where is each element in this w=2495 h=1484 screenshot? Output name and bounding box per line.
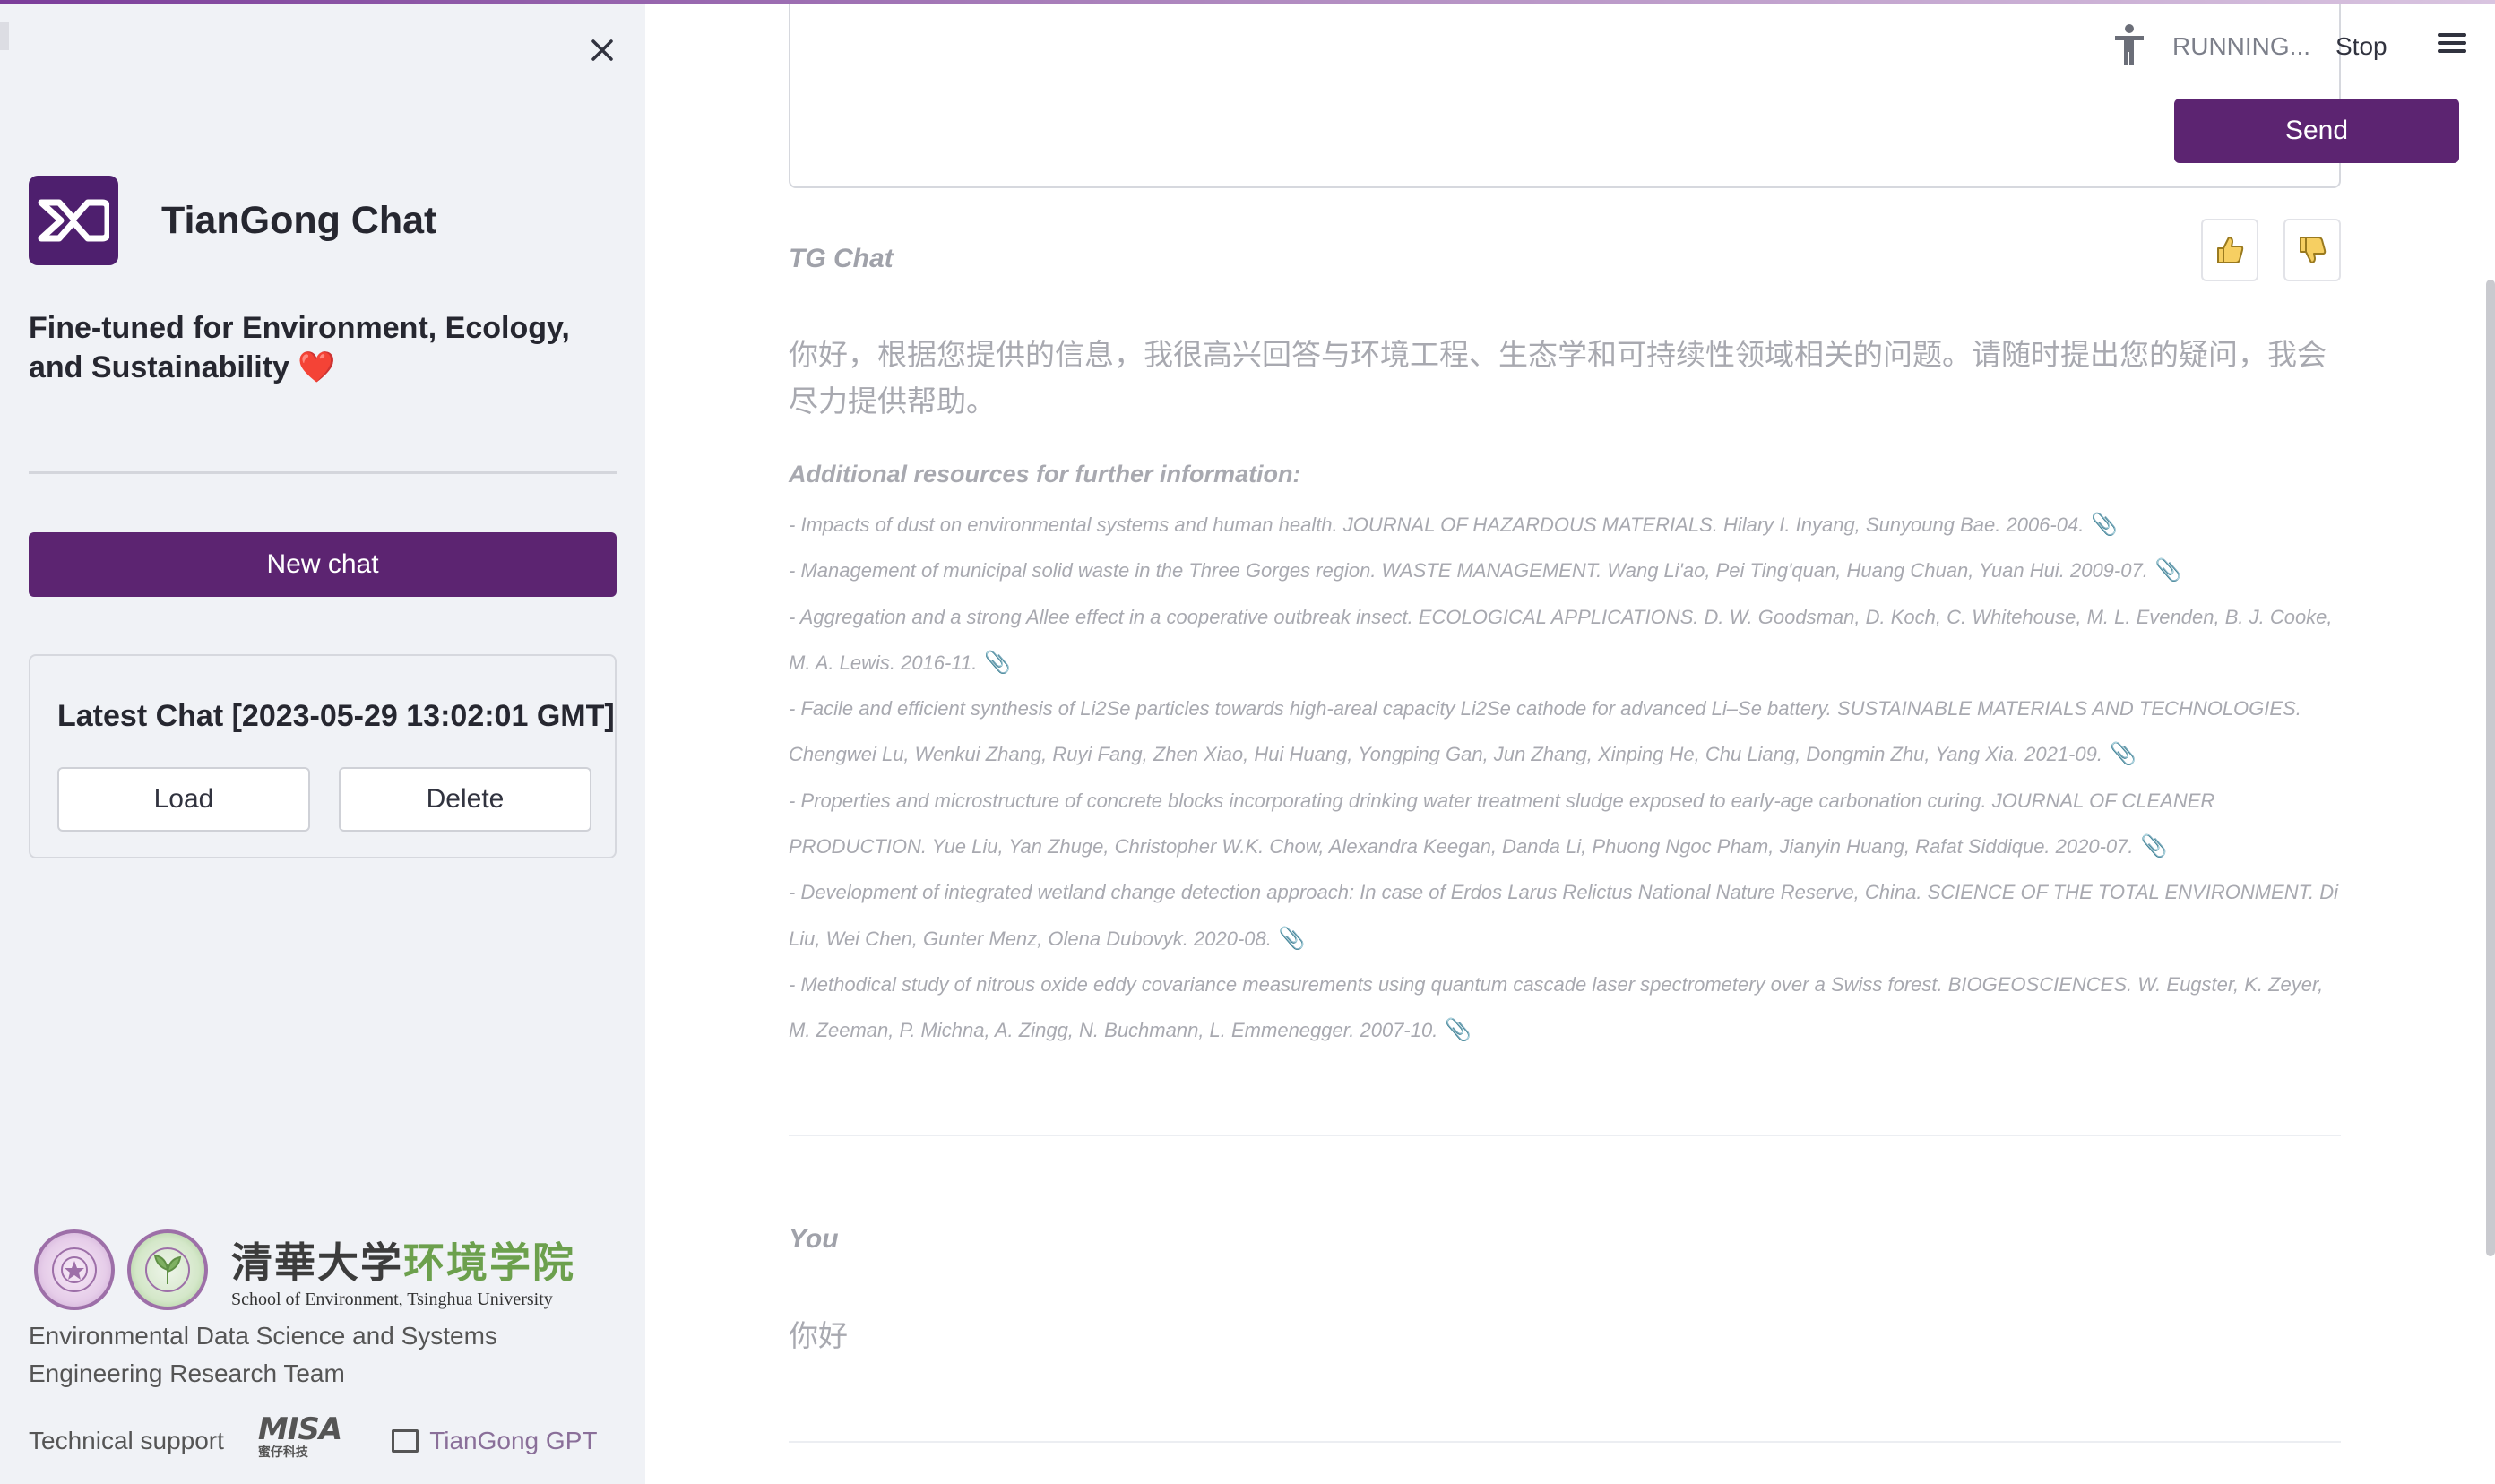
main-menu-button[interactable] [2438, 29, 2470, 61]
resources-title: Additional resources for further informa… [789, 461, 1301, 487]
misa-logo: MISA 蜜仔科技 [258, 1414, 342, 1466]
close-sidebar-button[interactable] [583, 30, 622, 70]
latest-chat-title: Latest Chat [2023-05-29 13:02:01 GMT] [57, 699, 615, 733]
paperclip-link-icon[interactable]: 📎 [2091, 502, 2118, 548]
hamburger-icon-bar [2438, 33, 2466, 37]
user-message: 你好 [789, 1318, 848, 1353]
close-icon [591, 39, 613, 61]
brand-title: TianGong Chat [161, 198, 437, 242]
tiangong-gpt-label: TianGong GPT [429, 1427, 598, 1454]
resource-text: - Aggregation and a strong Allee effect … [789, 605, 2333, 674]
main-scrollbar[interactable] [2486, 280, 2495, 1256]
paperclip-link-icon[interactable]: 📎 [984, 640, 1011, 686]
message-divider [789, 1135, 2341, 1136]
thumbs-up-icon [2217, 237, 2244, 263]
stop-button[interactable]: Stop [2335, 32, 2387, 61]
school-name-cn: 清華大学环境学院 [231, 1230, 575, 1290]
thumbs-down-icon [2300, 237, 2327, 263]
running-figure-icon [2115, 24, 2144, 65]
running-status: RUNNING... [2172, 32, 2310, 60]
paperclip-link-icon[interactable]: 📎 [1445, 1007, 1472, 1053]
school-name-cn-tsinghua: 清華大学 [231, 1238, 403, 1287]
school-name: 清華大学环境学院 School of Environment, Tsinghua… [231, 1230, 575, 1310]
brand: TianGong Chat [29, 176, 436, 265]
resources-list: - Impacts of dust on environmental syste… [789, 502, 2348, 1054]
resource-text: - Impacts of dust on environmental syste… [789, 513, 2085, 536]
assistant-message: 你好，根据您提供的信息，我很高兴回答与环境工程、生态学和可持续性领域相关的问题。… [789, 337, 2327, 418]
tech-support-row: Technical support MISA 蜜仔科技 TianGong GPT [29, 1414, 597, 1466]
resource-item: - Properties and microstructure of concr… [789, 778, 2348, 870]
sidebar-scroll-marker [0, 22, 9, 50]
sidebar: TianGong Chat Fine-tuned for Environment… [0, 4, 645, 1484]
delete-chat-button[interactable]: Delete [339, 767, 591, 832]
research-team-text: Environmental Data Science and Systems E… [29, 1322, 497, 1387]
resource-item: - Methodical study of nitrous oxide eddy… [789, 962, 2348, 1054]
resource-item: - Aggregation and a strong Allee effect … [789, 594, 2348, 686]
heart-icon: ❤️ [298, 350, 336, 384]
tsinghua-seal-icon [34, 1229, 115, 1310]
paperclip-link-icon[interactable]: 📎 [1279, 916, 1306, 962]
paperclip-link-icon[interactable]: 📎 [2110, 731, 2137, 777]
resource-text: - Properties and microstructure of concr… [789, 789, 2215, 858]
school-name-cn-env: 环境学院 [403, 1238, 575, 1287]
resource-text: - Facile and efficient synthesis of Li2S… [789, 697, 2301, 766]
tiangong-gpt-link[interactable]: TianGong GPT [392, 1427, 597, 1455]
top-progress-bar [0, 0, 2495, 4]
institution-logos: 清華大学环境学院 School of Environment, Tsinghua… [34, 1229, 575, 1310]
resource-item: - Development of integrated wetland chan… [789, 869, 2348, 962]
sidebar-divider [29, 471, 617, 474]
assistant-name: TG Chat [789, 244, 894, 273]
hamburger-icon-bar [2438, 49, 2466, 53]
resource-text: - Methodical study of nitrous oxide eddy… [789, 972, 2324, 1042]
send-button[interactable]: Send [2174, 99, 2459, 163]
book-icon [392, 1429, 419, 1453]
resource-item: - Facile and efficient synthesis of Li2S… [789, 686, 2348, 778]
resource-text: - Development of integrated wetland chan… [789, 881, 2339, 950]
hamburger-icon-bar [2438, 41, 2466, 45]
resource-item: - Management of municipal solid waste in… [789, 548, 2348, 593]
app-header: RUNNING... Stop [645, 4, 2495, 90]
latest-chat-card: Latest Chat [2023-05-29 13:02:01 GMT] Lo… [29, 654, 617, 858]
environment-school-seal-icon [127, 1229, 208, 1310]
user-name: You [789, 1224, 839, 1254]
message-divider [789, 1441, 2341, 1443]
tech-support-label: Technical support [29, 1427, 224, 1454]
tagline: Fine-tuned for Environment, Ecology, and… [29, 308, 620, 387]
school-name-en: School of Environment, Tsinghua Universi… [231, 1289, 553, 1309]
main-area: Send TG Chat 你好，根据您提供的信息，我很高兴回答与环境工程、生态学… [645, 0, 2495, 1484]
thumbs-up-button[interactable] [2201, 219, 2258, 281]
resource-text: - Management of municipal solid waste in… [789, 559, 2148, 582]
paperclip-link-icon[interactable]: 📎 [2155, 548, 2182, 593]
resource-item: - Impacts of dust on environmental syste… [789, 502, 2348, 548]
tiangong-logo-icon [29, 176, 118, 265]
load-chat-button[interactable]: Load [57, 767, 310, 832]
new-chat-button[interactable]: New chat [29, 532, 617, 597]
paperclip-link-icon[interactable]: 📎 [2141, 824, 2168, 869]
thumbs-down-button[interactable] [2283, 219, 2341, 281]
